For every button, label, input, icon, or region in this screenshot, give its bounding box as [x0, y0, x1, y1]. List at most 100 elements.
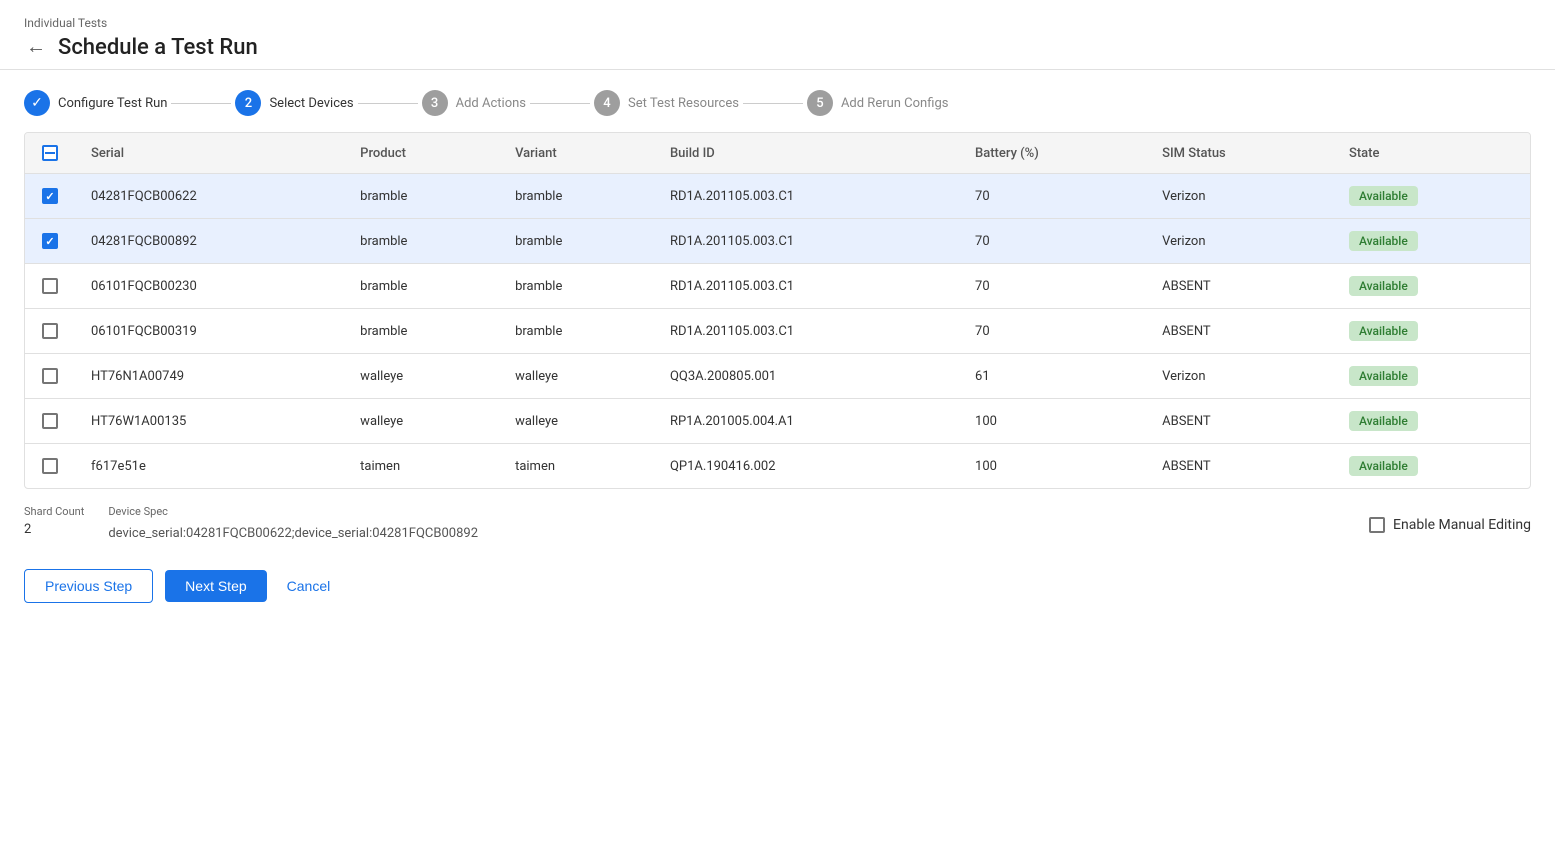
cell-state-5: Available	[1333, 399, 1530, 444]
cell-product-6: taimen	[344, 444, 499, 489]
step-5-rerun-configs: 5 Add Rerun Configs	[807, 90, 949, 116]
page-title: Schedule a Test Run	[58, 35, 258, 60]
cell-battery-6: 100	[959, 444, 1146, 489]
step-connector-4	[743, 103, 803, 104]
shard-count-label: Shard Count	[24, 505, 84, 518]
row-checkbox-1[interactable]: ✓	[42, 233, 58, 249]
col-serial: Serial	[75, 133, 344, 174]
cell-product-0: bramble	[344, 174, 499, 219]
cell-product-2: bramble	[344, 264, 499, 309]
cell-variant-5: walleye	[499, 399, 654, 444]
check-icon: ✓	[45, 235, 54, 248]
col-battery: Battery (%)	[959, 133, 1146, 174]
state-badge-3: Available	[1349, 321, 1418, 341]
step-4-label: Set Test Resources	[628, 96, 739, 111]
step-4-number: 4	[603, 96, 610, 111]
cell-variant-1: bramble	[499, 219, 654, 264]
row-checkbox-0[interactable]: ✓	[42, 188, 58, 204]
device-spec-value: device_serial:04281FQCB00622;device_seri…	[108, 522, 1345, 545]
devices-table-container: Serial Product Variant Build ID Battery …	[24, 132, 1531, 489]
back-button[interactable]: ←	[24, 34, 48, 61]
cell-build-id-1: RD1A.201105.003.C1	[654, 219, 959, 264]
row-checkbox-5[interactable]	[42, 413, 58, 429]
row-checkbox-4[interactable]	[42, 368, 58, 384]
manual-editing-section: Enable Manual Editing	[1369, 517, 1531, 533]
cell-variant-3: bramble	[499, 309, 654, 354]
row-checkbox-6[interactable]	[42, 458, 58, 474]
previous-step-button[interactable]: Previous Step	[24, 569, 153, 603]
step-2-select-devices: 2 Select Devices	[235, 90, 353, 116]
cell-sim-status-3: ABSENT	[1146, 309, 1333, 354]
row-checkbox-2[interactable]	[42, 278, 58, 294]
step-connector-3	[530, 103, 590, 104]
cell-state-0: Available	[1333, 174, 1530, 219]
cell-serial-2: 06101FQCB00230	[75, 264, 344, 309]
next-step-button[interactable]: Next Step	[165, 570, 266, 602]
devices-table: Serial Product Variant Build ID Battery …	[25, 133, 1530, 488]
state-badge-0: Available	[1349, 186, 1418, 206]
page-header: Individual Tests ← Schedule a Test Run	[0, 0, 1555, 70]
step-connector-2	[358, 103, 418, 104]
row-checkbox-3[interactable]	[42, 323, 58, 339]
state-badge-2: Available	[1349, 276, 1418, 296]
step-1-configure: ✓ Configure Test Run	[24, 90, 167, 116]
table-row: 06101FQCB00230 bramble bramble RD1A.2011…	[25, 264, 1530, 309]
step-2-label: Select Devices	[269, 96, 353, 111]
cell-build-id-6: QP1A.190416.002	[654, 444, 959, 489]
cell-product-5: walleye	[344, 399, 499, 444]
row-checkbox-cell-2[interactable]	[25, 264, 75, 309]
cell-build-id-5: RP1A.201005.004.A1	[654, 399, 959, 444]
cell-product-1: bramble	[344, 219, 499, 264]
cell-build-id-4: QQ3A.200805.001	[654, 354, 959, 399]
breadcrumb: Individual Tests	[24, 16, 1531, 30]
state-badge-4: Available	[1349, 366, 1418, 386]
table-row: f617e51e taimen taimen QP1A.190416.002 1…	[25, 444, 1530, 489]
col-product: Product	[344, 133, 499, 174]
device-spec-label: Device Spec	[108, 505, 1345, 518]
step-3-number: 3	[431, 96, 438, 111]
cell-variant-4: walleye	[499, 354, 654, 399]
cell-state-4: Available	[1333, 354, 1530, 399]
step-1-checkmark: ✓	[31, 95, 43, 111]
cell-battery-5: 100	[959, 399, 1146, 444]
col-sim-status: SIM Status	[1146, 133, 1333, 174]
state-badge-5: Available	[1349, 411, 1418, 431]
cell-variant-6: taimen	[499, 444, 654, 489]
step-1-circle: ✓	[24, 90, 50, 116]
step-1-label: Configure Test Run	[58, 96, 167, 111]
step-4-set-resources: 4 Set Test Resources	[594, 90, 739, 116]
cell-sim-status-6: ABSENT	[1146, 444, 1333, 489]
row-checkbox-cell-0[interactable]: ✓	[25, 174, 75, 219]
row-checkbox-cell-4[interactable]	[25, 354, 75, 399]
cell-product-4: walleye	[344, 354, 499, 399]
row-checkbox-cell-3[interactable]	[25, 309, 75, 354]
stepper: ✓ Configure Test Run 2 Select Devices 3 …	[0, 70, 1555, 132]
row-checkbox-cell-6[interactable]	[25, 444, 75, 489]
header-checkbox-cell[interactable]	[25, 133, 75, 174]
cell-build-id-0: RD1A.201105.003.C1	[654, 174, 959, 219]
cell-battery-1: 70	[959, 219, 1146, 264]
table-row: HT76N1A00749 walleye walleye QQ3A.200805…	[25, 354, 1530, 399]
cell-serial-1: 04281FQCB00892	[75, 219, 344, 264]
select-all-checkbox[interactable]	[42, 145, 58, 161]
col-build-id: Build ID	[654, 133, 959, 174]
buttons-row: Previous Step Next Step Cancel	[0, 561, 1555, 627]
row-checkbox-cell-5[interactable]	[25, 399, 75, 444]
cell-state-6: Available	[1333, 444, 1530, 489]
cell-serial-5: HT76W1A00135	[75, 399, 344, 444]
enable-manual-editing-checkbox[interactable]	[1369, 517, 1385, 533]
row-checkbox-cell-1[interactable]: ✓	[25, 219, 75, 264]
shard-count-value: 2	[24, 522, 84, 537]
cell-sim-status-0: Verizon	[1146, 174, 1333, 219]
cell-build-id-3: RD1A.201105.003.C1	[654, 309, 959, 354]
cell-sim-status-2: ABSENT	[1146, 264, 1333, 309]
cell-build-id-2: RD1A.201105.003.C1	[654, 264, 959, 309]
check-icon: ✓	[45, 190, 54, 203]
cell-product-3: bramble	[344, 309, 499, 354]
cancel-button[interactable]: Cancel	[279, 570, 339, 602]
cell-battery-4: 61	[959, 354, 1146, 399]
step-5-number: 5	[816, 96, 823, 111]
cell-state-2: Available	[1333, 264, 1530, 309]
step-3-label: Add Actions	[456, 96, 526, 111]
cell-sim-status-5: ABSENT	[1146, 399, 1333, 444]
